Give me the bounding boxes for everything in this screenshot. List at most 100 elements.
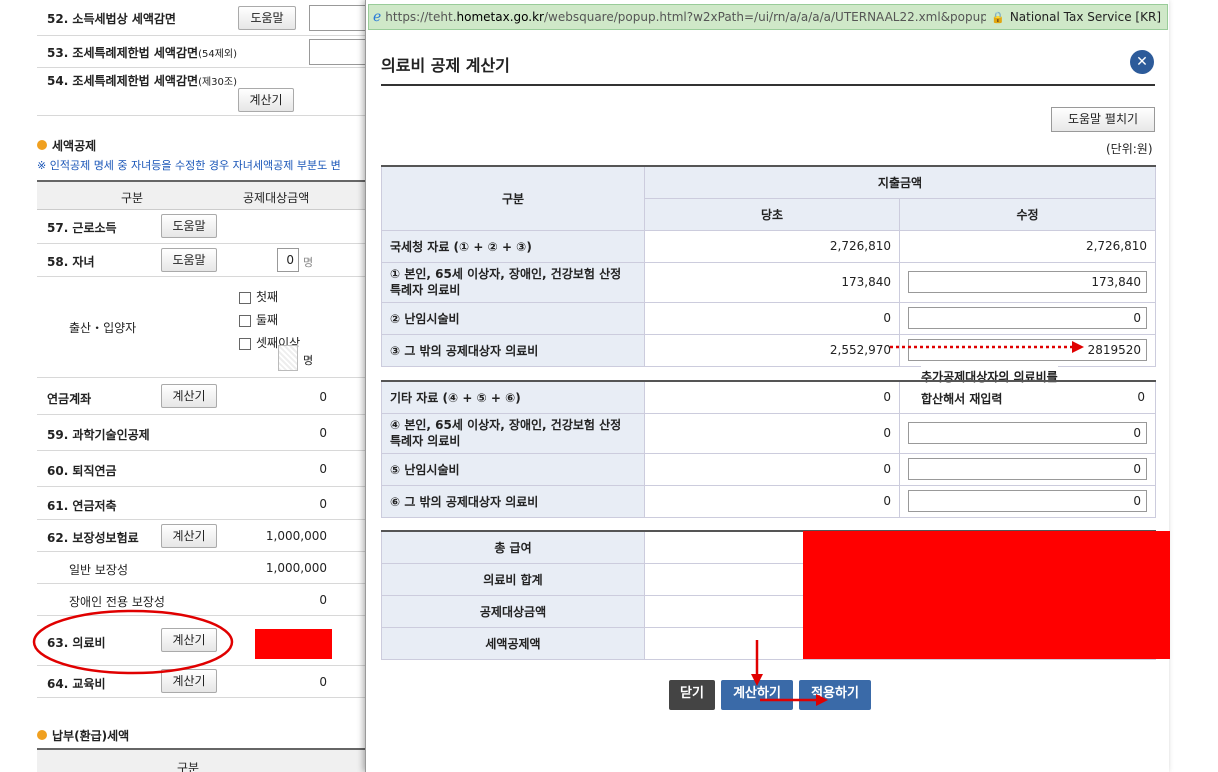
row-value: 0 <box>319 593 327 607</box>
row-value: 0 <box>319 390 327 404</box>
unit-label: (단위:원) <box>1106 142 1153 156</box>
close-button[interactable]: 닫기 <box>669 680 715 710</box>
row-label: 기타 자료 (④ + ⑤ + ⑥) <box>381 380 645 414</box>
row-label: 60. 퇴직연금 <box>47 464 117 478</box>
original-header: 당초 <box>644 197 900 231</box>
original-value: 0 <box>644 412 900 454</box>
unit-label: 명 <box>303 354 314 367</box>
row-60: 60. 퇴직연금 0 <box>37 451 367 487</box>
input-field[interactable] <box>309 39 369 65</box>
table-header: 구분 공제대상금액 <box>37 180 367 210</box>
row-label: 62. 보장성보험료 <box>47 531 139 545</box>
original-value: 0 <box>644 452 900 486</box>
redaction-box <box>803 531 1170 659</box>
row-label: 일반 보장성 <box>69 563 129 577</box>
row-label: 52. 소득세법상 세액감면 <box>47 12 176 26</box>
row-label: ① 본인, 65세 이상자, 장애인, 건강보험 산정 특례자 의료비 <box>381 261 645 303</box>
modified-input[interactable]: 0 <box>908 458 1147 480</box>
row-value: 0 <box>319 426 327 440</box>
calculator-button[interactable]: 계산기 <box>161 524 217 548</box>
row-62: 62. 보장성보험료 계산기 1,000,000 <box>37 520 367 552</box>
row-value: 0 <box>319 462 327 476</box>
row-label: 연금계좌 <box>47 392 92 406</box>
browser-url-bar: ℯ https://teht.hometax.go.kr/websquare/p… <box>368 4 1168 30</box>
modified-input[interactable]: 0 <box>908 307 1148 329</box>
row-value: 0 <box>319 497 327 511</box>
site-identity: National Tax Service [KR] <box>1009 10 1161 24</box>
lock-icon: 🔒 <box>991 10 1005 24</box>
original-value: 0 <box>644 301 900 335</box>
row-label: 출산・입양자 <box>69 321 137 335</box>
group-header: 지출금액 <box>643 165 1157 199</box>
row-general: 일반 보장성 1,000,000 <box>37 552 367 584</box>
checkbox[interactable] <box>239 314 251 327</box>
checkbox[interactable] <box>239 337 251 350</box>
modified-header: 수정 <box>898 197 1157 231</box>
row-58: 58. 자녀 도움말 0 명 <box>37 244 367 277</box>
row-birth: 출산・입양자 첫째 둘째 셋째이상 명 <box>37 277 367 378</box>
modified-value: 0 <box>899 380 1156 414</box>
original-value: 2,552,970 <box>644 333 900 367</box>
popup-title: 의료비 공제 계산기 <box>381 56 510 75</box>
row-label: 58. 자녀 <box>47 255 95 269</box>
checkbox[interactable] <box>239 291 251 304</box>
notice-text: ※ 인적공제 명세 중 자녀등을 수정한 경우 자녀세액공제 부분도 변 <box>37 159 341 172</box>
other-data-table: 기타 자료 (④ + ⑤ + ⑥) 0 0 ④ 본인, 65세 이상자, 장애인… <box>381 380 1156 518</box>
bullet-icon <box>37 730 47 740</box>
child-count-input[interactable]: 0 <box>277 248 299 272</box>
summary-label: 세액공제액 <box>381 626 645 660</box>
help-button[interactable]: 도움말 <box>161 214 217 238</box>
calculator-button[interactable]: 계산기 <box>238 88 294 112</box>
row-label: 59. 과학기술인공제 <box>47 428 150 442</box>
summary-label: 총 급여 <box>381 530 645 564</box>
disabled-input <box>278 345 298 371</box>
original-value: 0 <box>644 380 900 414</box>
ie-icon: ℯ <box>373 9 382 25</box>
redaction-box <box>255 629 332 659</box>
row-pension: 연금계좌 계산기 0 <box>37 378 367 415</box>
summary-label: 공제대상금액 <box>381 594 645 628</box>
row-54: 54. 조세특례제한법 세액감면(제30조) 계산기 <box>37 68 367 116</box>
col-amount: 공제대상금액 <box>243 191 310 205</box>
input-field[interactable] <box>309 5 369 31</box>
summary-label: 의료비 합계 <box>381 562 645 596</box>
refund-section-title: 납부(환급)세액 <box>37 727 129 744</box>
unit-label: 명 <box>303 256 314 269</box>
medical-calculator-popup: ℯ https://teht.hometax.go.kr/websquare/p… <box>365 0 1170 772</box>
row-52: 52. 소득세법상 세액감면 도움말 <box>37 0 369 36</box>
col-header: 구분 <box>177 761 200 772</box>
help-expand-button[interactable]: 도움말 펼치기 <box>1051 107 1155 132</box>
bullet-icon <box>37 140 47 150</box>
title-divider <box>381 84 1155 86</box>
modified-value: 2,726,810 <box>898 229 1157 263</box>
row-label: ③ 그 밖의 공제대상자 의료비 <box>381 333 645 367</box>
row-label: 54. 조세특례제한법 세액감면(제30조) <box>47 74 237 88</box>
row-label: ④ 본인, 65세 이상자, 장애인, 건강보험 산정 특례자 의료비 <box>381 412 645 454</box>
col-label-header: 구분 <box>381 165 645 231</box>
row-value: 1,000,000 <box>265 561 327 575</box>
url-text[interactable]: https://teht.hometax.go.kr/websquare/pop… <box>385 10 986 24</box>
help-button[interactable]: 도움말 <box>161 248 217 272</box>
modified-input[interactable]: 0 <box>908 422 1147 444</box>
close-icon[interactable]: ✕ <box>1130 50 1154 74</box>
row-61: 61. 연금저축 0 <box>37 487 367 520</box>
annotation-ellipse <box>32 609 234 675</box>
row-label: ② 난임시술비 <box>381 301 645 335</box>
row-label: 국세청 자료 (① + ② + ③) <box>381 229 645 263</box>
help-button[interactable]: 도움말 <box>238 6 296 30</box>
modified-input[interactable]: 173,840 <box>908 271 1148 293</box>
original-value: 173,840 <box>644 261 900 303</box>
row-value: 0 <box>319 675 327 689</box>
background-page: 52. 소득세법상 세액감면 도움말 53. 조세특례제한법 세액감면(54제외… <box>0 0 370 772</box>
row-label: 53. 조세특례제한법 세액감면(54제외) <box>47 46 237 60</box>
refund-table-header: 구분 <box>37 748 367 772</box>
row-label: 61. 연금저축 <box>47 499 117 513</box>
col-header: 구분 <box>121 191 144 205</box>
section-title: 세액공제 <box>37 137 96 154</box>
original-value: 0 <box>644 484 900 518</box>
checkbox-label: 둘째 <box>256 313 279 327</box>
calculator-button[interactable]: 계산기 <box>161 384 217 408</box>
modified-input[interactable]: 0 <box>908 490 1147 512</box>
checkbox-label: 첫째 <box>256 290 279 304</box>
row-label: 57. 근로소득 <box>47 221 117 235</box>
